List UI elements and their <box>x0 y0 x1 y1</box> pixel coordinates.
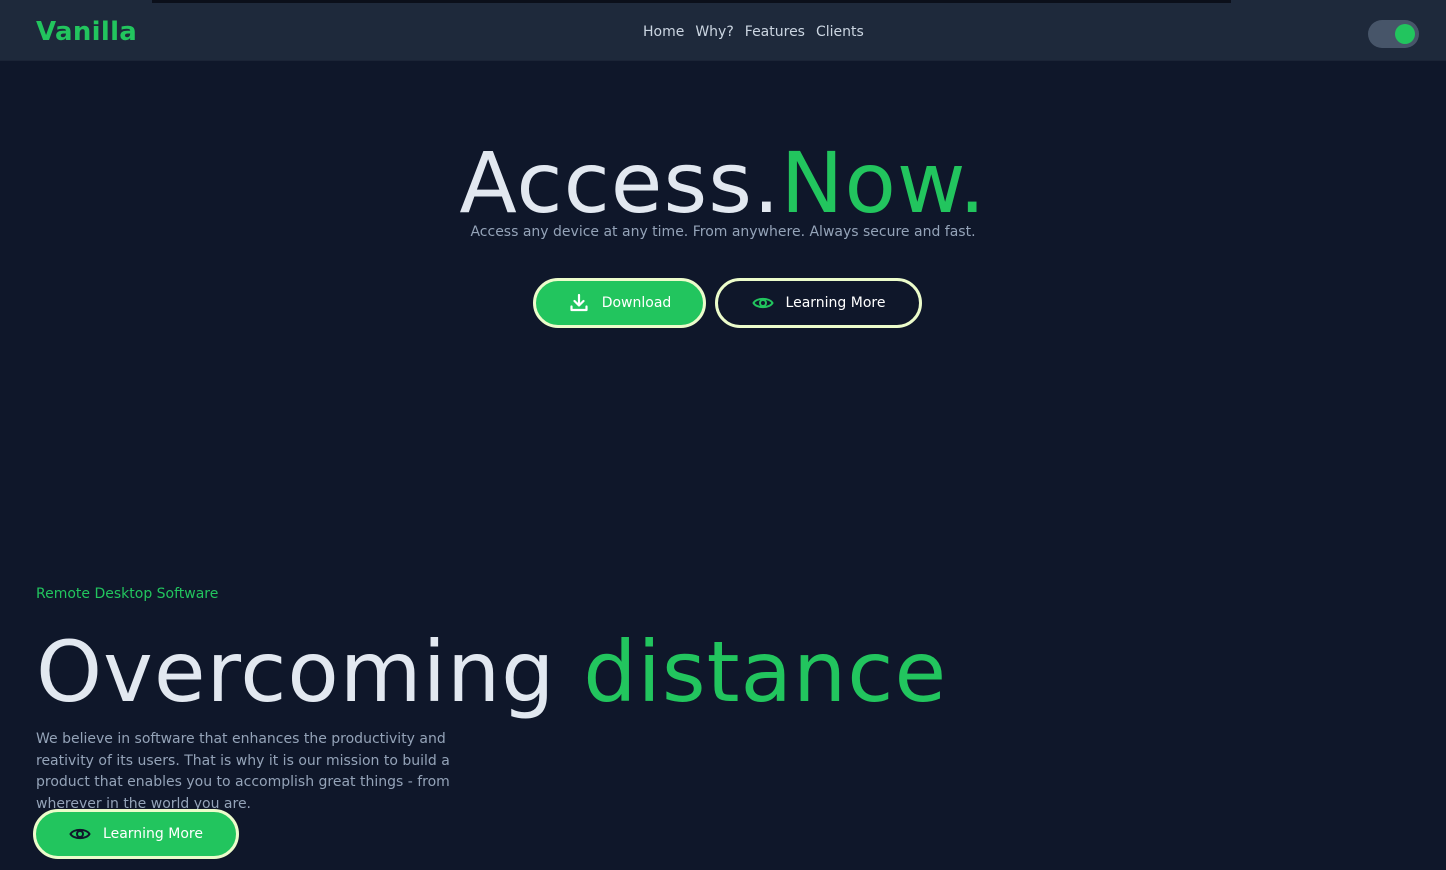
nav-item-clients[interactable]: Clients <box>816 24 864 40</box>
hero-subtitle: Access any device at any time. From anyw… <box>470 224 976 240</box>
section-title-accent: distance <box>583 623 948 721</box>
download-icon <box>568 292 590 314</box>
theme-toggle[interactable] <box>1368 20 1419 48</box>
toggle-knob <box>1395 24 1415 44</box>
section-title: Overcoming distance <box>36 622 947 722</box>
learn-more-label: Learning More <box>785 295 886 311</box>
nav-links: Home Why? Features Clients <box>643 24 864 40</box>
section-text: We believe in software that enhances the… <box>36 731 450 812</box>
download-label: Download <box>601 295 672 311</box>
hero-title-main: Access. <box>459 134 781 232</box>
learn-more-button[interactable]: Learning More <box>715 278 922 328</box>
download-button[interactable]: Download <box>533 278 706 328</box>
scrollbar-thumb[interactable] <box>152 0 1231 3</box>
section-title-main: Overcoming <box>36 623 584 721</box>
nav-item-why[interactable]: Why? <box>695 24 733 40</box>
hero-title: Access.Now. <box>0 136 1446 230</box>
eye-icon <box>751 292 774 314</box>
section-learn-more-button[interactable]: Learning More <box>33 809 239 859</box>
eye-icon <box>69 823 91 845</box>
brand-logo[interactable]: Vanilla <box>36 17 137 47</box>
hero-title-accent: Now. <box>780 134 987 232</box>
nav-item-features[interactable]: Features <box>745 24 805 40</box>
nav-item-home[interactable]: Home <box>643 24 684 40</box>
section-eyebrow: Remote Desktop Software <box>36 586 219 602</box>
section-learn-more-label: Learning More <box>103 826 203 842</box>
top-scrollbar[interactable] <box>0 0 1446 7</box>
navbar: Vanilla Home Why? Features Clients <box>0 7 1446 61</box>
